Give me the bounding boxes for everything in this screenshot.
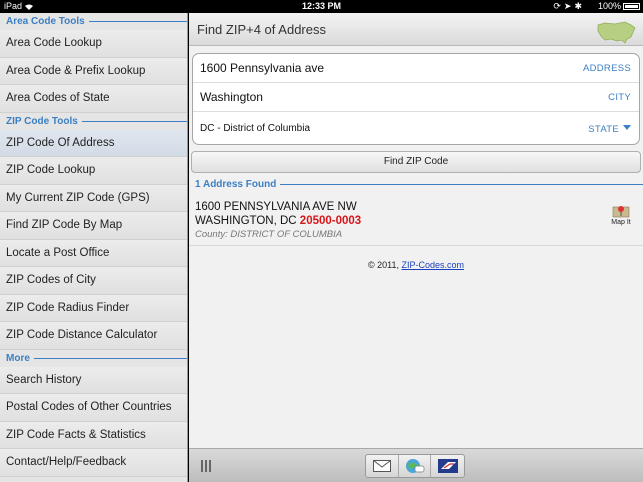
sidebar-item-locate-post-office[interactable]: Locate a Post Office (0, 239, 187, 267)
status-icons: ⟳➤✱ (553, 0, 585, 13)
sidebar-item-postal-codes-other-countries[interactable]: Postal Codes of Other Countries (0, 394, 187, 422)
sidebar-item-zip-code-distance-calculator[interactable]: ZIP Code Distance Calculator (0, 322, 187, 350)
result-street: 1600 PENNSYLVANIA AVE NW (195, 201, 357, 213)
address-form: 1600 Pennsylvania ave ADDRESS Washington… (192, 53, 640, 145)
city-label: CITY (608, 92, 631, 103)
address-row[interactable]: 1600 Pennsylvania ave ADDRESS (193, 54, 639, 83)
title-bar: Find ZIP+4 of Address (189, 13, 643, 46)
usps-button[interactable] (431, 455, 464, 477)
map-it-button[interactable]: Map It (609, 204, 633, 226)
sidebar-item-search-history[interactable]: Search History (0, 366, 187, 394)
sidebar-item-zip-code-lookup[interactable]: ZIP Code Lookup (0, 157, 187, 185)
copyright-text: © 2011, (367, 260, 399, 270)
usps-eagle-icon (437, 459, 458, 473)
copyright: © 2011, ZIP-Codes.com (189, 260, 643, 270)
bluetooth-icon: ✱ (574, 1, 585, 11)
address-field[interactable]: 1600 Pennsylvania ave (200, 61, 324, 75)
main-panel: Find ZIP+4 of Address 1600 Pennsylvania … (189, 13, 643, 482)
results-header: 1 Address Found (189, 178, 643, 192)
sidebar-item-zip-codes-of-city[interactable]: ZIP Codes of City (0, 267, 187, 295)
battery-percent: 100% (597, 1, 621, 11)
result-city-line: WASHINGTON, DC 20500-0003 (195, 215, 361, 227)
sidebar-item-zip-code-of-address[interactable]: ZIP Code Of Address (0, 129, 187, 157)
results-count: 1 Address Found (195, 179, 281, 190)
usa-map-icon (597, 21, 636, 44)
city-row[interactable]: Washington CITY (193, 83, 639, 112)
bottom-toolbar (189, 448, 643, 482)
map-pin-icon (612, 206, 630, 218)
section-header-more: More (0, 350, 187, 367)
share-tools (365, 454, 465, 478)
state-label: STATE (588, 124, 619, 135)
section-header-area-code-tools: Area Code Tools (0, 13, 187, 30)
battery-icon (623, 3, 640, 10)
lock-rotation-icon: ⟳ (553, 1, 564, 11)
result-city-state: WASHINGTON, DC (195, 215, 297, 227)
sidebar-item-find-zip-code-by-map[interactable]: Find ZIP Code By Map (0, 212, 187, 240)
chevron-down-icon[interactable] (623, 125, 631, 130)
sidebar-item-area-code-lookup[interactable]: Area Code Lookup (0, 30, 187, 58)
page-title: Find ZIP+4 of Address (197, 22, 326, 37)
result-county: County: DISTRICT OF COLUMBIA (195, 229, 343, 240)
state-row[interactable]: DC - District of Columbia STATE (193, 112, 639, 144)
sidebar-item-zip-code-facts[interactable]: ZIP Code Facts & Statistics (0, 421, 187, 449)
email-button[interactable] (366, 455, 399, 477)
status-bar: iPad 12:33 PM ⟳➤✱ 100% (0, 0, 643, 13)
sidebar-item-contact-help-feedback[interactable]: Contact/Help/Feedback (0, 449, 187, 477)
result-item[interactable]: 1600 PENNSYLVANIA AVE NW WASHINGTON, DC … (189, 196, 643, 246)
sidebar-item-area-code-prefix-lookup[interactable]: Area Code & Prefix Lookup (0, 57, 187, 85)
address-label: ADDRESS (582, 63, 631, 74)
map-it-label: Map It (611, 219, 631, 226)
sidebar-item-zip-code-radius-finder[interactable]: ZIP Code Radius Finder (0, 294, 187, 322)
result-zip: 20500-0003 (299, 215, 362, 227)
sidebar: Area Code Tools Area Code Lookup Area Co… (0, 13, 188, 482)
sidebar-item-area-codes-of-state[interactable]: Area Codes of State (0, 85, 187, 113)
state-select[interactable]: DC - District of Columbia (200, 123, 310, 134)
globe-chat-icon (405, 459, 424, 473)
share-button[interactable] (399, 455, 432, 477)
status-time: 12:33 PM (301, 1, 342, 11)
envelope-icon (372, 460, 391, 472)
find-zip-code-button[interactable]: Find ZIP Code (191, 151, 641, 173)
zip-codes-link[interactable]: ZIP-Codes.com (401, 260, 464, 270)
city-field[interactable]: Washington (200, 90, 263, 104)
section-header-zip-code-tools: ZIP Code Tools (0, 113, 187, 130)
location-icon: ➤ (563, 1, 575, 11)
sidebar-item-my-current-zip-code[interactable]: My Current ZIP Code (GPS) (0, 184, 187, 212)
sidebar-toggle-icon[interactable] (201, 460, 211, 472)
